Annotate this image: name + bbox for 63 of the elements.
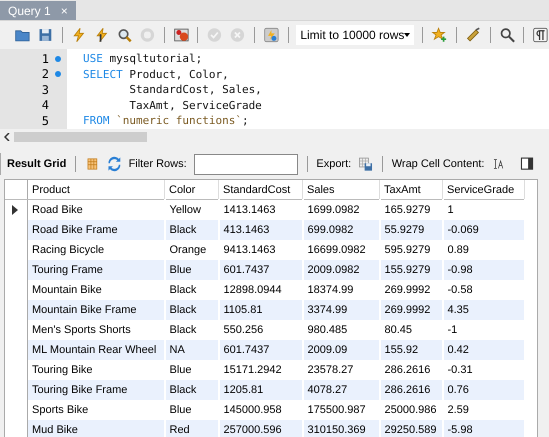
line-number: 1	[42, 52, 49, 66]
table-cell: Red	[164, 420, 218, 437]
table-cell: 257000.596	[218, 420, 302, 437]
table-cell: 601.7437	[218, 340, 302, 360]
column-header[interactable]: Color	[164, 180, 218, 200]
line-number: 2	[42, 67, 49, 82]
code-line: StandardCost, Sales,	[128, 82, 262, 98]
scrollbar-thumb[interactable]	[14, 132, 147, 142]
table-cell: 155.92	[380, 340, 442, 360]
table-cell: ML Mountain Rear Wheel	[28, 340, 164, 360]
result-grid-label: Result Grid	[7, 158, 66, 170]
wrap-cell-content-label: Wrap Cell Content:	[392, 158, 484, 170]
table-cell: 155.9279	[380, 260, 442, 280]
table-cell: 310150.369	[302, 420, 380, 437]
column-header[interactable]: StandardCost	[218, 180, 302, 200]
filter-rows-field[interactable]	[194, 154, 298, 174]
table-cell: Mountain Bike Frame	[28, 300, 164, 320]
table-cell: 29250.589	[380, 420, 442, 437]
line-number: 5	[42, 114, 49, 128]
table-cell: 2009.09	[302, 340, 380, 360]
table-cell: 1205.81	[218, 380, 302, 400]
column-header[interactable]: Sales	[302, 180, 380, 200]
code-line: USE mysqltutorial;	[83, 51, 204, 66]
table-cell: 286.2616	[380, 380, 442, 400]
scroll-left-icon[interactable]	[4, 133, 10, 141]
code-line: SELECT Product, Color,	[83, 66, 230, 82]
code-line: TaxAmt, ServiceGrade	[128, 98, 262, 113]
table-cell: Road Bike Frame	[28, 220, 164, 240]
table-cell: 269.9992	[380, 300, 442, 320]
filter-rows-label: Filter Rows:	[128, 158, 187, 170]
table-cell: Black	[164, 300, 218, 320]
table-cell: Blue	[164, 260, 218, 280]
table-cell: 4.35	[442, 300, 524, 320]
table-cell: 3374.99	[302, 300, 380, 320]
column-header[interactable]: ServiceGrade	[442, 180, 524, 200]
line-number: 3	[42, 82, 49, 97]
table-cell: 0.76	[442, 380, 524, 400]
table-cell: -0.069	[442, 220, 524, 240]
table-cell: 55.9279	[380, 220, 442, 240]
table-cell: Black	[164, 220, 218, 240]
table-cell: Mud Bike	[28, 420, 164, 437]
code-line: FROM `numeric functions`;	[83, 113, 250, 128]
table-cell: 601.7437	[218, 260, 302, 280]
table-cell: NA	[164, 340, 218, 360]
table-cell: 1105.81	[218, 300, 302, 320]
table-cell: -0.98	[442, 260, 524, 280]
refresh-icon[interactable]	[106, 154, 122, 174]
table-cell: -5.98	[442, 420, 524, 437]
table-cell: 0.42	[442, 340, 524, 360]
table-cell: 413.1463	[218, 220, 302, 240]
table-cell: Touring Frame	[28, 260, 164, 280]
table-cell: Touring Bike Frame	[28, 380, 164, 400]
column-header[interactable]: Product	[28, 180, 164, 200]
table-cell: 2009.0982	[302, 260, 380, 280]
autocommit-icon[interactable]	[262, 25, 280, 45]
table-cell: 699.0982	[302, 220, 380, 240]
table-cell: 4078.27	[302, 380, 380, 400]
limit-dropdown[interactable]: Limit to 10000 rows	[296, 25, 414, 45]
paragraph-icon[interactable]	[532, 25, 549, 45]
export-label: Export:	[316, 158, 352, 170]
table-cell: Black	[164, 380, 218, 400]
line-number: 4	[42, 98, 49, 112]
column-header[interactable]: TaxAmt	[380, 180, 442, 200]
